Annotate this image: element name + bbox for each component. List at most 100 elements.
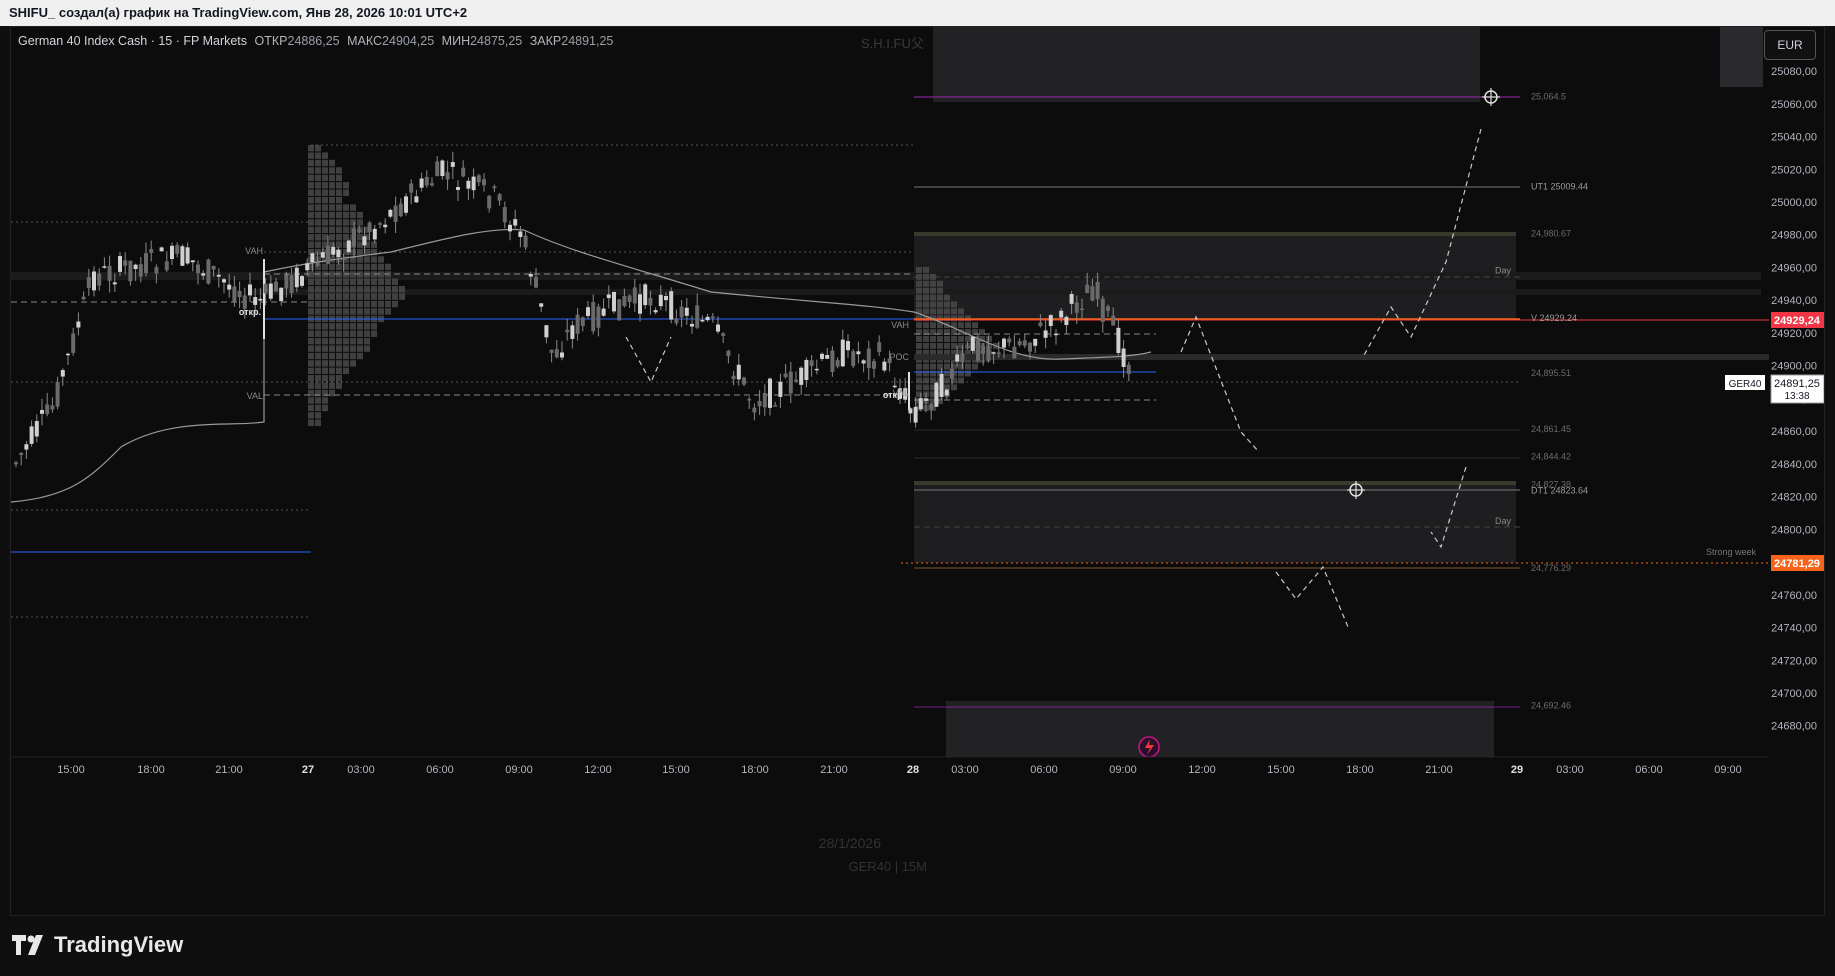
candle-body (721, 333, 726, 336)
volume-profile-27 (350, 323, 356, 330)
volume-profile-27 (357, 286, 363, 293)
volume-profile-27 (308, 345, 314, 352)
currency-button[interactable]: EUR (1764, 30, 1816, 60)
legend-low: 24875,25 (470, 34, 523, 48)
volume-profile-27 (315, 278, 321, 285)
time-tick: 09:00 (1714, 764, 1742, 776)
time-tick: 21:00 (215, 764, 243, 776)
chart-legend: German 40 Index Cash · 15 · FP Markets О… (18, 34, 613, 48)
candle-body (409, 183, 414, 193)
candle-body (809, 360, 814, 366)
candle-body (289, 274, 294, 293)
volume-profile-27 (315, 286, 321, 293)
candle-body (92, 271, 96, 291)
volume-profile-27 (315, 211, 321, 219)
volume-profile-27 (336, 241, 342, 248)
candle-body (102, 266, 107, 268)
volume-profile-27 (315, 397, 321, 404)
volume-profile-27 (315, 226, 321, 234)
time-tick: 21:00 (1425, 764, 1453, 776)
volume-profile-27 (315, 404, 321, 412)
volume-profile-27 (343, 234, 349, 241)
candle-body (107, 265, 112, 281)
tradingview-logo[interactable]: TradingView (12, 932, 183, 958)
volume-profile-28 (916, 301, 922, 308)
volume-profile-27 (385, 293, 391, 300)
volume-profile-27 (322, 263, 328, 271)
volume-profile-28 (986, 336, 992, 342)
volume-profile-27 (343, 323, 349, 330)
volume-profile-27 (329, 308, 335, 315)
volume-profile-27 (371, 263, 377, 271)
candle-body (300, 276, 304, 286)
time-axis (11, 757, 1769, 781)
candle-body (81, 296, 86, 300)
candle-body (237, 290, 242, 298)
candle-body (471, 176, 476, 191)
volume-profile-27 (329, 330, 335, 337)
projection-path-1 (1180, 315, 1260, 453)
time-tick: 29 (1511, 764, 1523, 776)
candle-body (138, 264, 143, 277)
candle-body (336, 249, 341, 258)
candle-body (284, 274, 289, 289)
candle-body (736, 364, 741, 380)
volume-profile-28 (958, 342, 964, 349)
volume-profile-27 (364, 293, 370, 300)
candle-body (388, 209, 393, 217)
candle-body (669, 291, 674, 320)
candle-body (1059, 310, 1064, 318)
volume-profile-27 (343, 211, 349, 219)
candle-body (518, 231, 523, 237)
candle-body (149, 249, 154, 253)
candle-body (206, 259, 211, 284)
volume-profile-28 (923, 287, 929, 294)
candle-body (190, 260, 195, 263)
candle-body (549, 349, 554, 353)
volume-profile-27 (336, 234, 342, 241)
volume-profile-27 (392, 278, 398, 285)
volume-profile-27 (322, 382, 328, 389)
volume-profile-27 (371, 308, 377, 315)
candle-body (788, 371, 793, 394)
candle-body (794, 379, 798, 382)
chart-canvas[interactable]: 25,064.5 UT1 25009.44 24,980.67 Day V 24929.… (11, 27, 1824, 915)
volume-profile-27 (322, 375, 328, 382)
volume-profile-27 (329, 167, 335, 174)
candle-body (1002, 338, 1006, 348)
chart-area[interactable]: 25,064.5 UT1 25009.44 24,980.67 Day V 24929.… (10, 26, 1825, 916)
candle-body (950, 368, 954, 379)
candle-body (872, 361, 876, 369)
volume-profile-27 (357, 352, 363, 360)
volume-profile-28 (951, 384, 957, 391)
volume-profile-28 (923, 363, 929, 370)
volume-profile-27 (308, 367, 314, 375)
volume-profile-28 (930, 287, 936, 294)
candle-body (86, 277, 91, 289)
candle-body (882, 361, 887, 371)
candle-body (705, 316, 710, 321)
legend-close: 24891,25 (561, 34, 614, 48)
volume-profile-27 (336, 352, 342, 360)
volume-profile-27 (329, 196, 335, 204)
volume-profile-28 (930, 336, 936, 342)
candle-body (747, 398, 752, 401)
price-tick: 24800,00 (1771, 524, 1817, 536)
volume-profile-27 (364, 345, 370, 352)
candle-body (773, 405, 778, 407)
volume-profile-27 (336, 330, 342, 337)
volume-profile-27 (308, 241, 314, 248)
candle-body (326, 245, 330, 264)
volume-profile-28 (916, 363, 922, 370)
candle-body (346, 240, 351, 253)
candle-body (502, 207, 507, 223)
volume-profile-27 (329, 293, 335, 300)
volume-profile-27 (322, 211, 328, 219)
volume-profile-28 (965, 336, 971, 342)
volume-profile-27 (308, 204, 314, 211)
volume-profile-28 (944, 336, 950, 342)
projection-path-4 (625, 336, 672, 384)
volume-profile-27 (371, 330, 377, 337)
volume-profile-27 (322, 397, 328, 404)
price-tick: 25040,00 (1771, 132, 1817, 144)
